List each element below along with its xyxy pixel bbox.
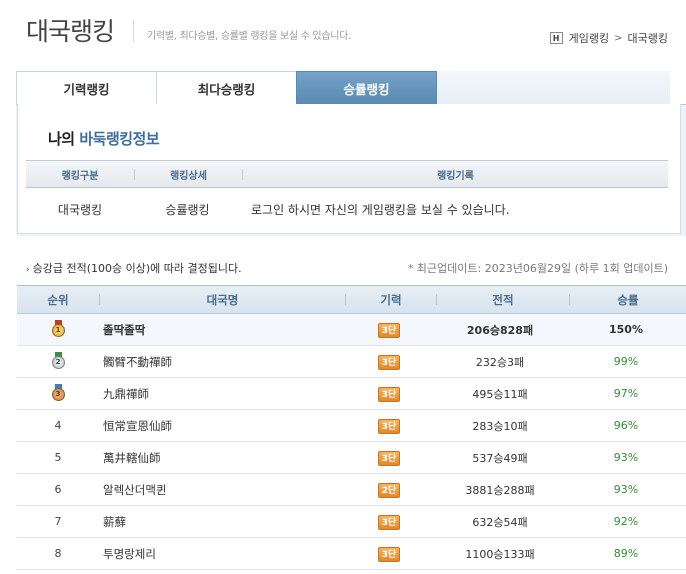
- skill-cell: 3단: [344, 386, 434, 402]
- record-cell: 232승3패: [475, 355, 525, 369]
- player-name[interactable]: 졸딱졸딱: [99, 322, 344, 338]
- ranking-criteria-note: › 승강급 전적(100승 이상)에 따라 결정됩니다.: [26, 260, 242, 276]
- rank-cell: 8: [54, 547, 62, 560]
- column-header-win-rate: 승률: [617, 292, 639, 307]
- tab-win-rate-ranking[interactable]: 승률랭킹: [296, 71, 437, 104]
- ranking-criteria-text: 승강급 전적(100승 이상)에 따라 결정됩니다.: [32, 262, 242, 275]
- skill-cell: 2단: [344, 482, 434, 498]
- record-cell: 1100승133패: [465, 547, 535, 561]
- record-cell: 632승54패: [472, 515, 528, 529]
- table-row: 8 투명랑제리 3단 1100승133패 89%: [17, 538, 686, 570]
- ranking-table-header: 순위 대국명 기력 전적 승률: [17, 285, 686, 314]
- win-rate-cell: 99%: [613, 355, 639, 368]
- page-description: 기력별, 최다승별, 승률별 랭킹을 보실 수 있습니다.: [147, 31, 351, 42]
- skill-cell: 3단: [344, 546, 434, 562]
- bronze-medal-icon: 3: [51, 383, 65, 401]
- my-ranking-title: 나의 바둑랭킹정보: [48, 128, 160, 149]
- rank-cell: 7: [54, 515, 62, 528]
- record-cell: 3881승288패: [465, 483, 535, 497]
- win-rate-cell: 96%: [613, 419, 639, 432]
- table-row: 6 알렉산더맥퀸 2단 3881승288패 93%: [17, 474, 686, 506]
- record-cell: 206승828패: [466, 323, 534, 337]
- win-rate-cell: 92%: [613, 515, 639, 528]
- column-header-ranking-type: 랭킹구분: [61, 170, 99, 182]
- record-cell: 495승11패: [472, 387, 528, 401]
- grade-badge: 3단: [378, 418, 400, 434]
- table-row: 5 萬井轄仙師 3단 537승49패 93%: [17, 442, 686, 474]
- skill-cell: 3단: [344, 322, 434, 338]
- player-name[interactable]: 九鼎禪師: [99, 386, 344, 402]
- my-ranking-title-highlight: 바둑랭킹정보: [79, 130, 160, 148]
- win-rate-cell: 93%: [613, 483, 639, 496]
- player-name[interactable]: 알렉산더맥퀸: [99, 482, 344, 498]
- table-row: 4 恒常宣恩仙師 3단 283승10패 96%: [17, 410, 686, 442]
- column-header-skill: 기력: [380, 292, 402, 307]
- player-name[interactable]: 恒常宣恩仙師: [99, 418, 344, 434]
- player-name[interactable]: 髑臂不動禪師: [99, 354, 344, 370]
- record-cell: 537승49패: [472, 451, 528, 465]
- win-rate-cell: 93%: [613, 451, 639, 464]
- page-title: 대국랭킹: [26, 17, 115, 46]
- rank-cell: 5: [54, 451, 62, 464]
- my-ranking-title-prefix: 나의: [48, 130, 75, 148]
- record-cell: 283승10패: [472, 419, 528, 433]
- grade-badge: 2단: [378, 482, 400, 498]
- player-name[interactable]: 薪蘚: [99, 514, 344, 530]
- gold-medal-icon: 1: [51, 319, 65, 337]
- chevron-right-icon: >: [614, 32, 623, 44]
- breadcrumb: H 게임랭킹 > 대국랭킹: [549, 30, 668, 46]
- rank-cell: 1: [17, 319, 99, 340]
- grade-badge: 3단: [378, 546, 400, 562]
- win-rate-cell: 150%: [609, 323, 643, 336]
- table-row: 3 九鼎禪師 3단 495승11패 97%: [17, 378, 686, 410]
- last-update-note: * 최근업데이트: 2023년06월29일 (하루 1회 업데이트): [407, 262, 668, 275]
- column-header-rank: 순위: [47, 292, 69, 307]
- grade-badge: 3단: [378, 514, 400, 530]
- my-ranking-type: 대국랭킹: [57, 202, 103, 217]
- grade-badge: 3단: [378, 386, 400, 402]
- grade-badge: 3단: [378, 450, 400, 466]
- table-row: 2 髑臂不動禪師 3단 232승3패 99%: [17, 346, 686, 378]
- chevron-right-icon: ›: [26, 265, 30, 275]
- win-rate-cell: 89%: [613, 547, 639, 560]
- my-ranking-table-header: 랭킹구분 랭킹상세 랭킹기록: [26, 160, 668, 188]
- table-row: 7 薪蘚 3단 632승54패 92%: [17, 506, 686, 538]
- player-name[interactable]: 투명랑제리: [99, 546, 344, 562]
- column-header-ranking-record: 랭킹기록: [437, 170, 474, 182]
- skill-cell: 3단: [344, 450, 434, 466]
- table-row: 1 졸딱졸딱 3단 206승828패 150%: [17, 314, 686, 346]
- breadcrumb-item-game-ranking[interactable]: 게임랭킹: [569, 30, 609, 46]
- page-header: 대국랭킹 기력별, 최다승별, 승률별 랭킹을 보실 수 있습니다. H 게임랭…: [0, 0, 686, 62]
- home-icon[interactable]: H: [549, 32, 563, 44]
- my-ranking-detail: 승률랭킹: [165, 202, 210, 217]
- grade-badge: 3단: [378, 322, 400, 338]
- player-name[interactable]: 萬井轄仙師: [99, 450, 344, 466]
- column-header-record: 전적: [492, 292, 514, 307]
- rank-cell: 4: [54, 419, 62, 432]
- breadcrumb-item-match-ranking[interactable]: 대국랭킹: [628, 30, 668, 46]
- rank-cell: 2: [17, 351, 99, 372]
- rank-cell: 3: [17, 383, 99, 404]
- skill-cell: 3단: [344, 354, 434, 370]
- win-rate-cell: 97%: [613, 387, 639, 400]
- column-header-ranking-detail: 랭킹상세: [170, 170, 207, 182]
- title-divider: [133, 20, 134, 42]
- grade-badge: 3단: [378, 354, 400, 370]
- my-ranking-table: 랭킹구분 랭킹상세 랭킹기록 대국랭킹 승률랭킹 로그인 하시면 자신의 게임랭…: [26, 160, 668, 230]
- skill-cell: 3단: [344, 418, 434, 434]
- my-ranking-row: 대국랭킹 승률랭킹 로그인 하시면 자신의 게임랭킹을 보실 수 있습니다.: [26, 188, 668, 230]
- tab-skill-ranking[interactable]: 기력랭킹: [16, 71, 157, 104]
- ranking-table: 순위 대국명 기력 전적 승률 1 졸딱졸딱 3단 206승828패 150% …: [17, 285, 686, 570]
- silver-medal-icon: 2: [51, 351, 65, 369]
- tab-most-wins-ranking[interactable]: 최다승랭킹: [156, 71, 297, 104]
- skill-cell: 3단: [344, 514, 434, 530]
- column-header-player-name: 대국명: [206, 292, 239, 307]
- my-ranking-record: 로그인 하시면 자신의 게임랭킹을 보실 수 있습니다.: [251, 202, 510, 217]
- rank-cell: 6: [54, 483, 62, 496]
